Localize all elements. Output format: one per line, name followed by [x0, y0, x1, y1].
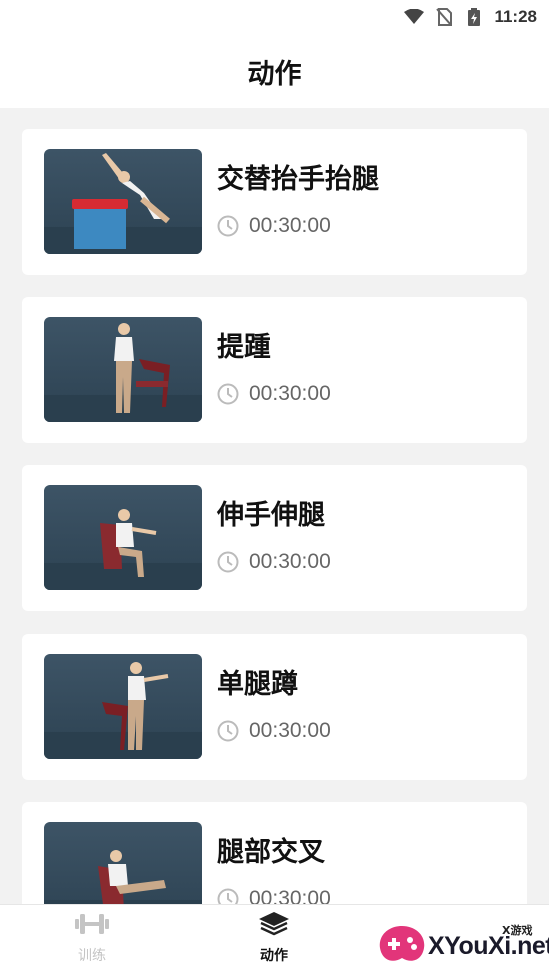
page-title: 动作: [247, 58, 302, 90]
exercise-title: 伸手伸腿: [217, 500, 325, 531]
exercise-list[interactable]: 交替抬手抬腿 00:30:00 提踵 00:30:00 伸手伸腿 00:30:0…: [0, 108, 549, 904]
clock-icon: [217, 888, 239, 904]
tab-label: 动作: [260, 948, 288, 964]
watermark: X游戏 XYouXi.net: [374, 912, 549, 976]
clock-icon: [217, 383, 239, 405]
exercise-thumbnail: [44, 485, 202, 590]
tab-training[interactable]: 训练: [52, 911, 132, 971]
exercise-thumbnail: [44, 822, 202, 904]
tab-label: 训练: [78, 948, 106, 964]
gamepad-logo-icon: [376, 922, 428, 970]
exercise-card[interactable]: 伸手伸腿 00:30:00: [22, 465, 527, 611]
exercise-card[interactable]: 腿部交叉 00:30:00: [22, 802, 527, 904]
exercise-thumbnail: [44, 317, 202, 422]
wifi-icon: [404, 7, 425, 27]
exercise-card[interactable]: 交替抬手抬腿 00:30:00: [22, 129, 527, 275]
clock-icon: [217, 215, 239, 237]
battery-charging-icon: [464, 7, 484, 27]
layers-icon: [258, 911, 290, 941]
exercise-card[interactable]: 单腿蹲 00:30:00: [22, 634, 527, 780]
page-header: 动作: [0, 34, 549, 108]
exercise-title: 单腿蹲: [217, 669, 298, 700]
exercise-duration: 00:30:00: [249, 887, 331, 904]
clock-icon: [217, 551, 239, 573]
clock-icon: [217, 720, 239, 742]
exercise-duration: 00:30:00: [249, 214, 331, 237]
exercise-title: 提踵: [217, 332, 271, 363]
exercise-thumbnail: [44, 149, 202, 254]
status-bar: 11:28: [0, 0, 549, 34]
no-sim-icon: [434, 7, 454, 27]
exercise-duration: 00:30:00: [249, 719, 331, 742]
exercise-title: 交替抬手抬腿: [217, 164, 379, 195]
exercise-card[interactable]: 提踵 00:30:00: [22, 297, 527, 443]
dumbbell-icon: [74, 911, 110, 941]
exercise-thumbnail: [44, 654, 202, 759]
exercise-duration: 00:30:00: [249, 550, 331, 573]
exercise-duration: 00:30:00: [249, 382, 331, 405]
clock-time: 11:28: [494, 7, 537, 26]
exercise-title: 腿部交叉: [217, 837, 325, 868]
tab-actions[interactable]: 动作: [234, 911, 314, 971]
watermark-text: XYouXi.net: [428, 932, 549, 960]
